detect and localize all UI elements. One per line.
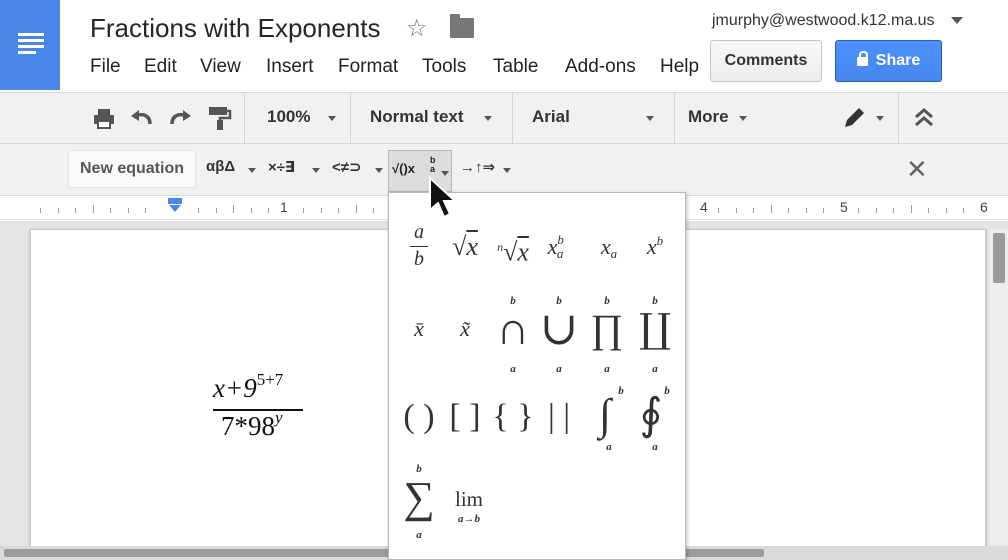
style-dropdown[interactable]: Normal text xyxy=(370,107,464,127)
brackets-symbol[interactable]: [ ] xyxy=(443,387,487,447)
docs-logo-icon[interactable] xyxy=(0,0,60,90)
folder-icon[interactable] xyxy=(450,14,474,38)
math-operations-palette: a b √x n√x xba xa xb x̄ x̃ b ∩ a b ∪ a b… xyxy=(388,192,686,560)
menu-addons[interactable]: Add-ons xyxy=(565,56,636,78)
toolbar-divider xyxy=(350,93,351,143)
more-caret-icon xyxy=(739,116,747,121)
tilde-accent-symbol[interactable]: x̃ xyxy=(443,299,487,359)
close-icon[interactable]: ✕ xyxy=(906,156,928,182)
relations-caret-icon xyxy=(375,168,383,173)
print-icon[interactable] xyxy=(90,104,118,132)
ruler-label: 6 xyxy=(980,199,988,215)
numerator-exponent: 5+7 xyxy=(256,370,284,389)
vertical-scrollbar[interactable] xyxy=(990,229,1008,549)
toolbar-divider xyxy=(512,93,513,143)
font-dropdown[interactable]: Arial xyxy=(532,107,570,127)
star-icon[interactable]: ☆ xyxy=(406,14,428,43)
big-intersection-symbol[interactable]: b ∩ a xyxy=(491,291,535,375)
product-symbol[interactable]: b ∏ a xyxy=(585,291,629,375)
ruler-label: 1 xyxy=(280,199,288,215)
absolute-value-symbol[interactable]: | | xyxy=(537,387,581,447)
equation-denominator: 7*98y xyxy=(221,408,283,442)
menu-insert[interactable]: Insert xyxy=(266,56,314,78)
collapse-toolbar-icon[interactable] xyxy=(910,104,938,132)
square-root-symbol[interactable]: √x xyxy=(443,217,487,277)
denominator-base: 7*98 xyxy=(221,411,275,441)
menu-help[interactable]: Help xyxy=(660,56,699,78)
ruler-label: 4 xyxy=(700,199,708,215)
pencil-icon[interactable] xyxy=(840,104,868,132)
menu-format[interactable]: Format xyxy=(338,56,398,78)
misc-operations-button[interactable]: ×÷∃ xyxy=(268,158,295,176)
editing-mode-caret-icon xyxy=(876,116,884,121)
relations-button[interactable]: <≠⊃ xyxy=(332,158,362,176)
document-title[interactable]: Fractions with Exponents xyxy=(90,13,380,44)
menu-file[interactable]: File xyxy=(90,56,121,78)
limit-symbol[interactable]: lim a→b xyxy=(443,473,495,533)
more-dropdown[interactable]: More xyxy=(688,107,729,127)
undo-icon[interactable] xyxy=(128,104,156,132)
toolbar-divider xyxy=(244,93,245,143)
paint-format-icon[interactable] xyxy=(205,104,233,132)
indent-arrow-icon[interactable] xyxy=(169,205,181,212)
math-operations-label: √()x xyxy=(392,161,416,176)
user-email[interactable]: jmurphy@westwood.k12.ma.us xyxy=(712,12,935,30)
header: Fractions with Exponents ☆ jmurphy@westw… xyxy=(0,0,1008,92)
coproduct-symbol[interactable]: b ∐ a xyxy=(633,291,677,375)
indent-marker-icon[interactable] xyxy=(168,198,182,204)
menu-view[interactable]: View xyxy=(200,56,241,78)
arrows-button[interactable]: →↑⇒ xyxy=(460,158,495,176)
sub-superscript-symbol[interactable]: xba xyxy=(537,217,581,277)
menu-edit[interactable]: Edit xyxy=(144,56,177,78)
toolbar: 100% Normal text Arial More xyxy=(0,92,1008,144)
bar-accent-symbol[interactable]: x̄ xyxy=(397,299,441,359)
numerator-base: x+9 xyxy=(213,373,257,403)
fraction-symbol[interactable]: a b xyxy=(397,217,441,277)
greek-caret-icon xyxy=(248,168,256,173)
ruler-label: 5 xyxy=(840,199,848,215)
equation-toolbar: New equation αβΔ ×÷∃ <≠⊃ √()x b a →↑⇒ ✕ xyxy=(0,144,1008,196)
parentheses-symbol[interactable]: ( ) xyxy=(397,387,441,447)
share-label: Share xyxy=(875,52,921,69)
superscript-symbol[interactable]: xb xyxy=(633,217,677,277)
font-caret-icon xyxy=(646,116,654,121)
greek-letters-button[interactable]: αβΔ xyxy=(206,158,235,175)
integral-symbol[interactable]: ∫ b a xyxy=(585,383,629,453)
menu-table[interactable]: Table xyxy=(493,56,538,78)
share-button[interactable]: Share xyxy=(835,40,942,82)
toolbar-divider xyxy=(674,93,675,143)
zoom-dropdown[interactable]: 100% xyxy=(267,107,310,127)
subscript-symbol[interactable]: xa xyxy=(587,217,631,277)
arrows-caret-icon xyxy=(503,168,511,173)
braces-symbol[interactable]: { } xyxy=(491,387,535,447)
big-union-symbol[interactable]: b ∪ a xyxy=(537,291,581,375)
vertical-scroll-thumb[interactable] xyxy=(993,233,1005,283)
misc-caret-icon xyxy=(312,168,320,173)
summation-symbol[interactable]: b ∑ a xyxy=(397,459,441,549)
denominator-exponent: y xyxy=(275,408,283,427)
new-equation-button[interactable]: New equation xyxy=(68,150,196,188)
lock-icon xyxy=(856,51,868,66)
equation-numerator: x+95+7 xyxy=(213,370,284,404)
redo-icon[interactable] xyxy=(166,104,194,132)
comments-button[interactable]: Comments xyxy=(710,40,822,82)
nth-root-symbol[interactable]: n√x xyxy=(491,217,535,277)
style-caret-icon xyxy=(484,116,492,121)
toolbar-divider xyxy=(898,93,899,143)
mouse-cursor-icon xyxy=(429,176,458,219)
zoom-caret-icon xyxy=(328,116,336,121)
contour-integral-symbol[interactable]: ∮ b a xyxy=(631,383,675,453)
account-dropdown-icon[interactable] xyxy=(951,17,963,24)
menu-tools[interactable]: Tools xyxy=(422,56,466,78)
math-operations-sub-label: b a xyxy=(430,155,436,174)
